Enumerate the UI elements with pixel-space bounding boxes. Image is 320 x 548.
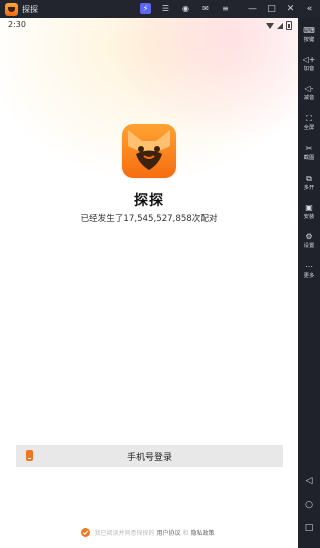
scissors-icon: ✂ [305, 144, 313, 153]
wifi-icon [266, 22, 274, 29]
sidebar-label: 更多 [303, 273, 315, 279]
home-circle-icon[interactable]: ○ [298, 500, 320, 510]
tantan-fox-logo-icon [122, 124, 176, 178]
sidebar-item-keys[interactable]: ⌨ 按键 [298, 26, 320, 44]
privacy-policy-link[interactable]: 隐私政策 [191, 528, 215, 537]
maximize-button[interactable]: □ [267, 2, 276, 16]
sidebar-label: 多开 [303, 185, 315, 191]
fullscreen-icon: ⛶ [306, 114, 312, 123]
battery-icon [286, 21, 292, 30]
agreement-prefix: 我已阅读并同意探探的 [94, 530, 155, 537]
status-icons [266, 21, 292, 30]
more-icon: ⋯ [305, 262, 313, 271]
menu-icon[interactable]: ≡ [220, 3, 231, 14]
app-tab-icon [5, 2, 18, 16]
sidebar-item-install[interactable]: ▣ 安装 [298, 203, 320, 221]
sidebar-item-volume-down[interactable]: ◁- 减音 [298, 84, 320, 102]
status-time: 2:30 [8, 20, 26, 29]
sidebar-label: 全屏 [303, 125, 315, 131]
sidebar-item-fullscreen[interactable]: ⛶ 全屏 [298, 114, 320, 132]
close-button[interactable]: ✕ [286, 2, 295, 16]
emulator-title-bar: 探探 ⚡ ☰ ◉ ✉ ≡ — □ ✕ « [0, 0, 320, 18]
back-triangle-icon[interactable]: ◁ [298, 476, 320, 486]
volume-down-icon: ◁- [304, 84, 314, 93]
minimize-button[interactable]: — [248, 2, 257, 16]
sidebar-item-more[interactable]: ⋯ 更多 [298, 262, 320, 280]
account-icon[interactable]: ◉ [180, 3, 191, 14]
phone-screen: 2:30 探探 已经发生了17,545,527,858次配对 手机号登录 我已阅… [0, 18, 298, 548]
sidebar-label: 安装 [303, 214, 315, 220]
match-count-text: 已经发生了17,545,527,858次配对 [80, 214, 218, 224]
sidebar-label: 截图 [303, 155, 315, 161]
sidebar-item-multi-instance[interactable]: ⧉ 多开 [298, 174, 320, 192]
app-name: 探探 [134, 193, 164, 209]
keyboard-icon: ⌨ [303, 26, 315, 35]
sidebar-label: 按键 [303, 37, 315, 43]
recents-square-icon[interactable]: □ [298, 523, 320, 533]
phone-login-button[interactable]: 手机号登录 [16, 445, 283, 467]
settings-icon: ⚙ [305, 232, 313, 241]
sidebar-item-volume-up[interactable]: ◁+ 加音 [298, 55, 320, 73]
speed-icon[interactable]: ⚡ [140, 3, 151, 14]
emulator-sidebar: ⌨ 按键 ◁+ 加音 ◁- 减音 ⛶ 全屏 ✂ 截图 ⧉ 多开 ▣ 安装 ⚙ 设… [298, 18, 320, 548]
agreement-and: 和 [182, 530, 189, 537]
mail-icon[interactable]: ✉ [200, 3, 211, 14]
sidebar-label: 减音 [303, 95, 315, 101]
agreement-row: 我已阅读并同意探探的 用户协议 和 隐私政策 [0, 528, 298, 537]
sidebar-item-screenshot[interactable]: ✂ 截图 [298, 144, 320, 162]
phone-icon [26, 450, 33, 461]
sidebar-item-settings[interactable]: ⚙ 设置 [298, 232, 320, 250]
agreement-checkbox[interactable] [81, 528, 91, 537]
gamepad-icon[interactable]: ☰ [160, 3, 171, 14]
sidebar-label: 设置 [303, 243, 315, 249]
apk-install-icon: ▣ [305, 203, 313, 212]
expand-sidebar-button[interactable]: « [305, 2, 314, 16]
phone-login-label: 手机号登录 [126, 452, 172, 463]
user-agreement-link[interactable]: 用户协议 [156, 528, 180, 537]
multi-instance-icon: ⧉ [306, 174, 312, 183]
checkmark-icon [83, 530, 89, 536]
titlebar-toolbar: ⚡ ☰ ◉ ✉ ≡ [140, 3, 231, 14]
android-status-bar: 2:30 [0, 18, 298, 32]
window-controls: — □ ✕ « [248, 2, 314, 16]
volume-up-icon: ◁+ [302, 55, 316, 64]
signal-icon [277, 22, 283, 29]
sidebar-label: 加音 [303, 66, 315, 72]
window-title: 探探 [22, 4, 38, 14]
